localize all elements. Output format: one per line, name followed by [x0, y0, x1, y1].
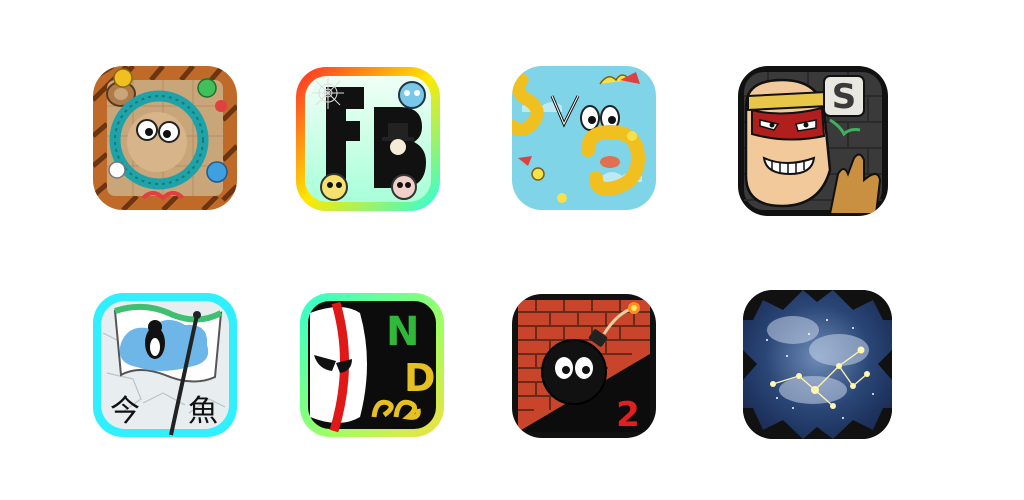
- nd-face-artwork-icon: N D: [300, 293, 444, 437]
- app-icon-bomb-brick[interactable]: 2: [512, 294, 656, 438]
- syoo-artwork-icon: [512, 66, 656, 210]
- bomb-brick-artwork-icon: 2: [512, 294, 656, 438]
- button-rope-artwork-icon: [93, 66, 237, 210]
- kanji-ima: 今: [110, 394, 140, 429]
- app-icon-fb-letters[interactable]: [296, 67, 440, 211]
- app-icon-syoo[interactable]: [512, 66, 656, 210]
- penguin-flag-artwork-icon: 今 魚: [93, 293, 237, 437]
- kanji-sakana: 魚: [188, 394, 218, 429]
- constellation-artwork-icon: [743, 290, 892, 439]
- fb-letters-artwork-icon: [296, 67, 440, 211]
- app-icon-nd-face[interactable]: N D: [300, 293, 444, 437]
- app-icon-penguin-flag[interactable]: 今 魚: [93, 293, 237, 437]
- ninja-wall-artwork-icon: S: [738, 66, 888, 216]
- app-icon-grid: S 今 魚 N D 2: [0, 0, 1024, 500]
- app-icon-ninja-wall[interactable]: S: [738, 66, 888, 216]
- app-icon-constellation[interactable]: [743, 290, 892, 439]
- app-icon-button-rope[interactable]: [93, 66, 237, 210]
- nd-letter-d: D: [404, 356, 436, 400]
- ninja-s-letter: S: [832, 77, 857, 117]
- bomb-number-2: 2: [616, 395, 640, 435]
- nd-letter-n: N: [386, 309, 419, 355]
